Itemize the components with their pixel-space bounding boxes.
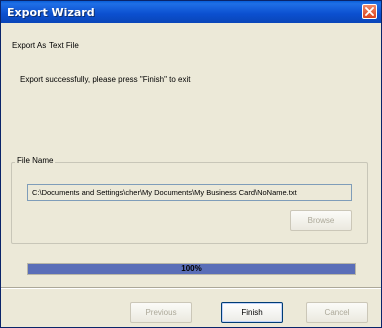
file-path-field[interactable]: C:\Documents and Settings\cher\My Docume… (27, 184, 352, 201)
export-progress-bar: 100% (27, 263, 356, 275)
export-as-value: Text File (49, 41, 79, 50)
window-title: Export Wizard (7, 6, 95, 19)
finish-button[interactable]: Finish (221, 302, 283, 323)
footer-separator (1, 287, 381, 289)
export-as-label: Export As (12, 41, 47, 50)
progress-label: 100% (181, 264, 202, 273)
export-wizard-window: Export Wizard Export As Text File Export… (0, 0, 382, 328)
title-bar[interactable]: Export Wizard (1, 1, 381, 23)
file-name-group (11, 162, 368, 244)
close-icon (365, 7, 374, 16)
status-message: Export successfully, please press "Finis… (20, 75, 191, 84)
previous-button[interactable]: Previous (130, 302, 192, 323)
close-button[interactable] (362, 4, 377, 19)
browse-button[interactable]: Browse (290, 210, 352, 231)
file-name-group-label: File Name (15, 156, 56, 165)
cancel-button[interactable]: Cancel (306, 302, 368, 323)
